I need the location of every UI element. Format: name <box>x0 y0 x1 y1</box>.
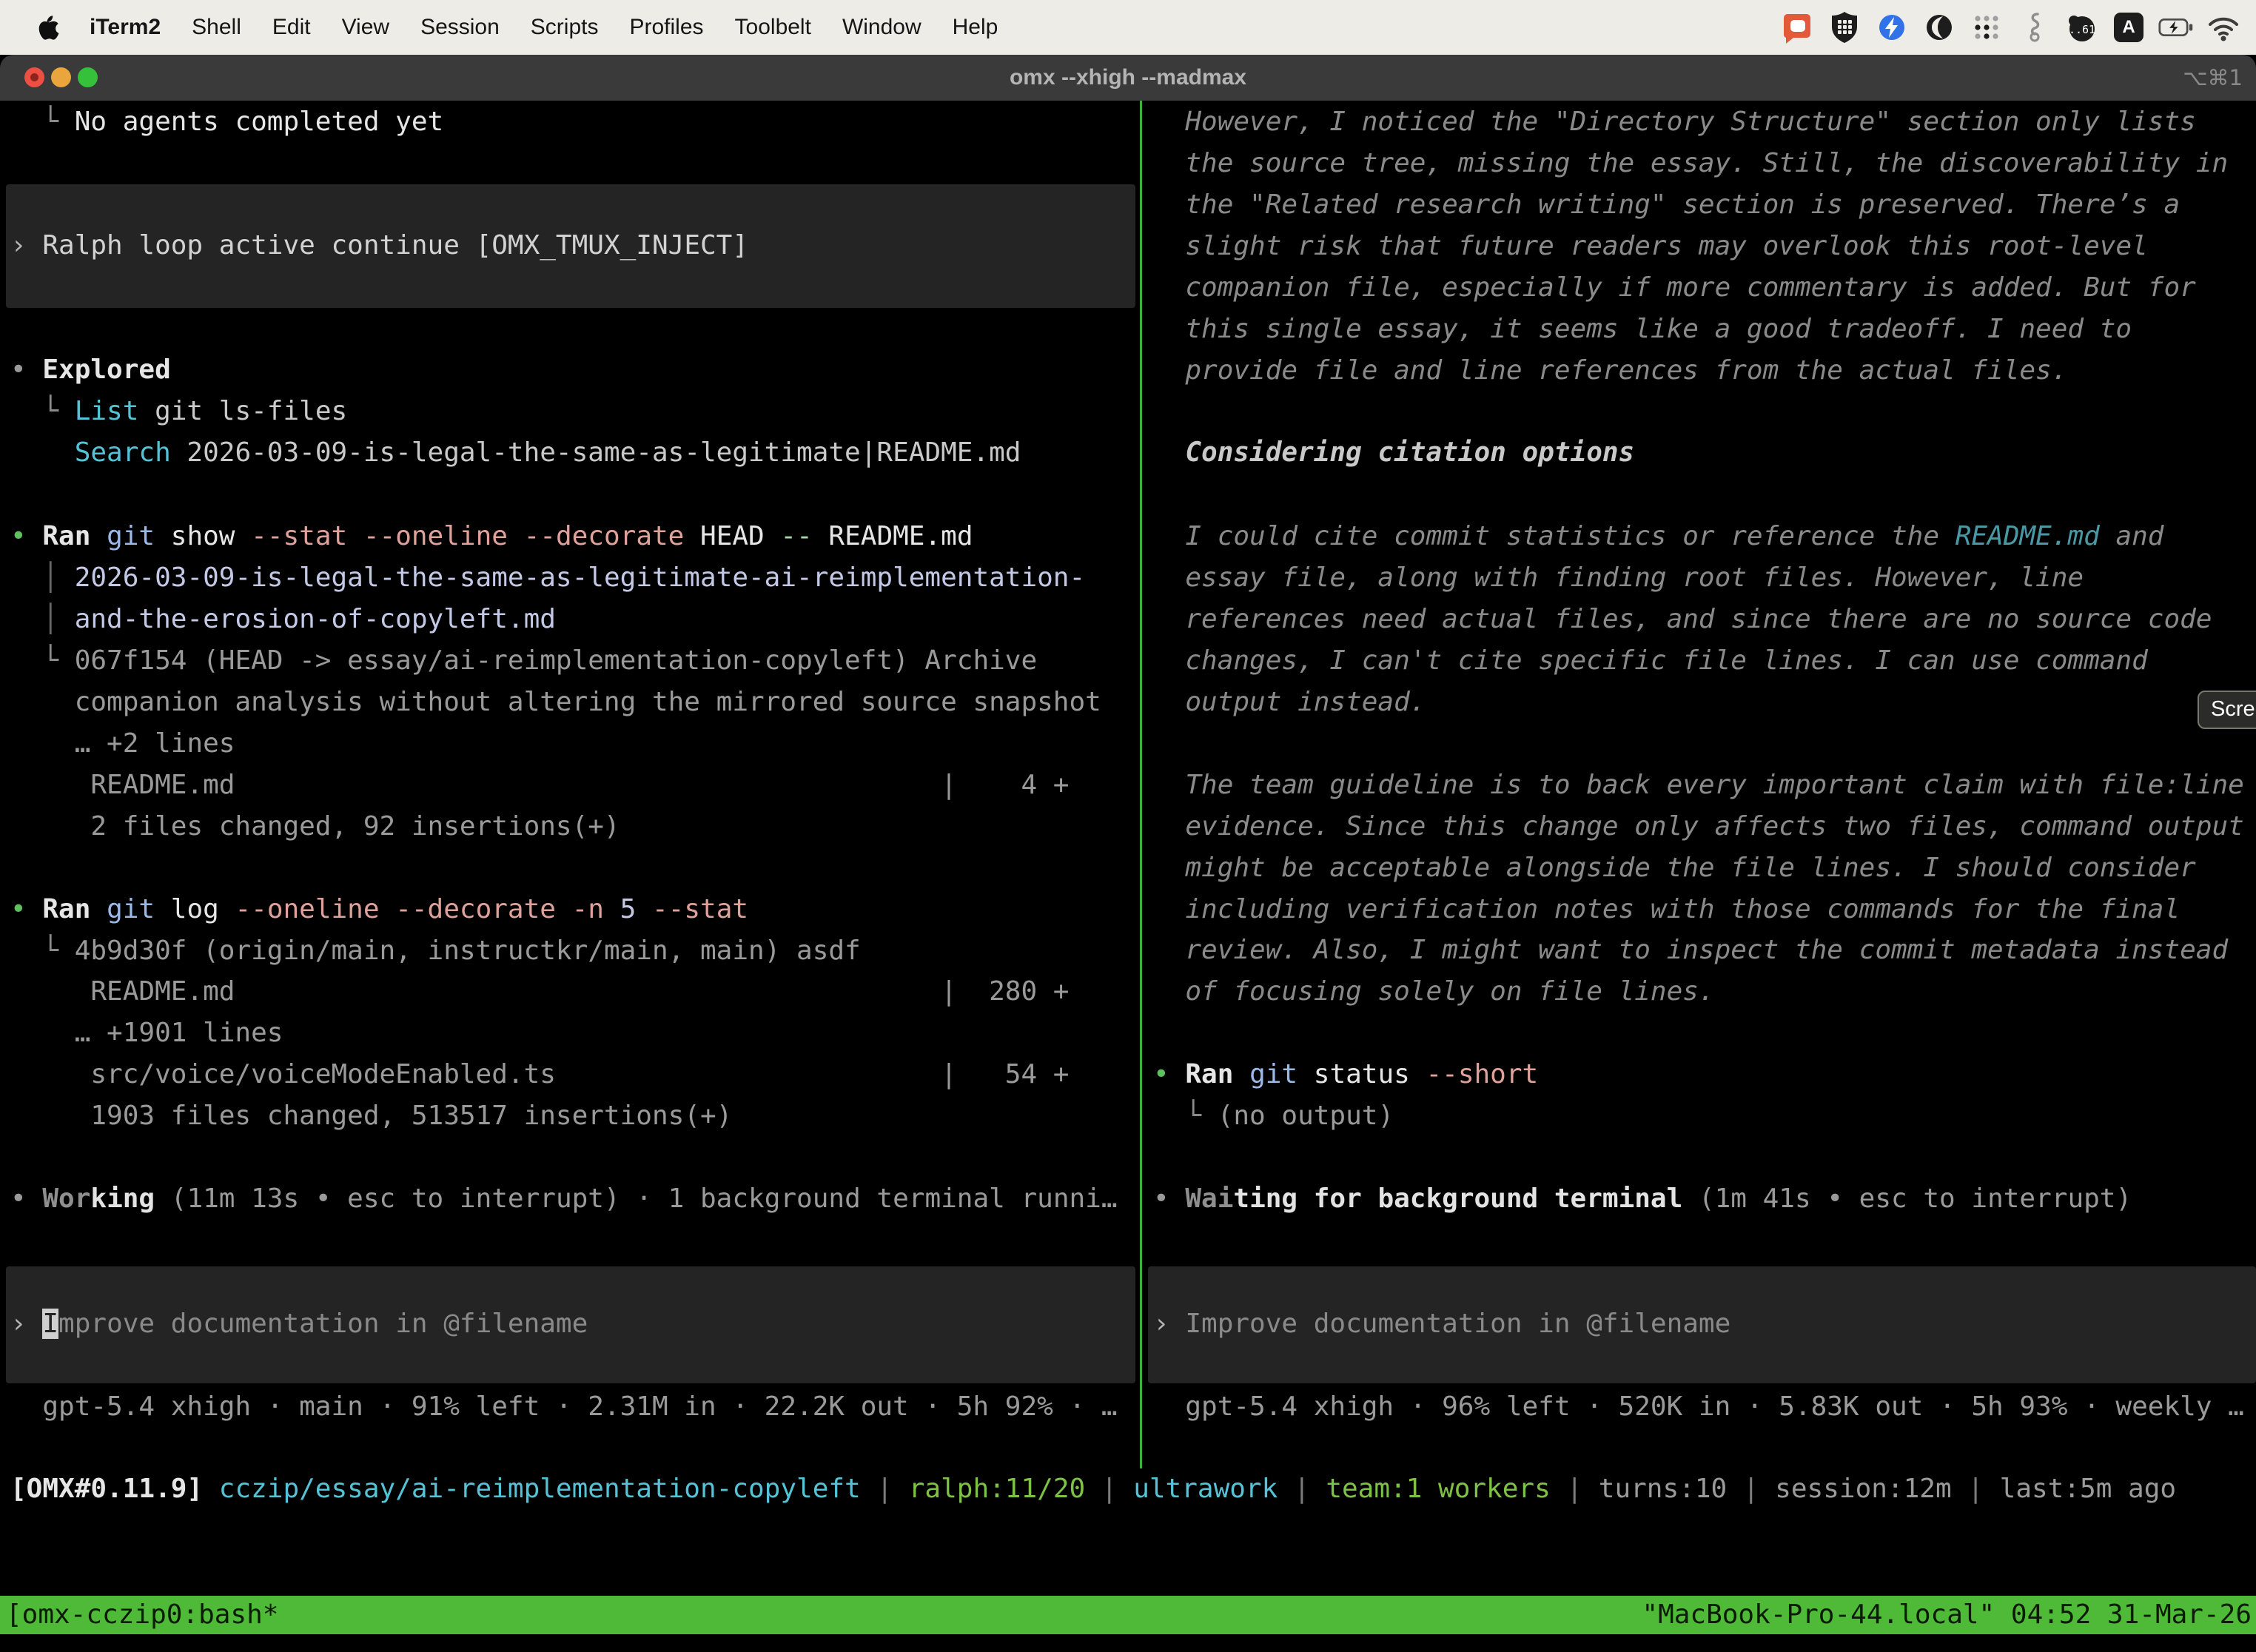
thinking-line: output instead. <box>1153 682 1426 723</box>
battery-icon[interactable] <box>2158 10 2194 45</box>
close-button[interactable] <box>24 67 44 87</box>
status-icons: ..61 A <box>1779 10 2241 45</box>
git-show-output-line: companion analysis without altering the … <box>10 682 1101 723</box>
omx-ralph-counter: ralph:11/20 <box>909 1474 1085 1504</box>
left-pane: └ No agents completed yet › Ralph loop a… <box>0 101 1140 1652</box>
git-show-stat-line: 2 files changed, 92 insertions(+) <box>10 806 620 847</box>
terminal-window: omx --xhigh --madmax ⌥⌘1 └ No agents com… <box>0 55 2256 1652</box>
menu-item-scripts[interactable]: Scripts <box>515 15 614 40</box>
dots-grid-icon[interactable] <box>1969 10 2004 45</box>
thinking-line: references need actual files, and since … <box>1153 599 2212 640</box>
window-title: omx --xhigh --madmax <box>222 55 2034 101</box>
git-status-output-line: └ (no output) <box>1153 1095 1394 1137</box>
thinking-line: the "Related research writing" section i… <box>1153 184 2180 226</box>
thinking-line: essay file, along with finding root file… <box>1153 557 2084 599</box>
thinking-line: this single essay, it seems like a good … <box>1153 309 2132 350</box>
omx-turns: turns:10 <box>1599 1474 1727 1504</box>
thinking-line: review. Also, I might want to inspect th… <box>1153 930 2228 971</box>
git-show-wrap-line: │ and-the-erosion-of-copyleft.md <box>10 599 556 640</box>
screen-recording-icon[interactable] <box>1779 10 1815 45</box>
injected-prompt-line: › Ralph loop active continue [OMX_TMUX_I… <box>10 225 748 266</box>
git-log-output-line: … +1901 lines <box>10 1013 283 1054</box>
omx-branch-path: cczip/essay/ai-reimplementation-copyleft <box>219 1474 861 1504</box>
menu-item-view[interactable]: View <box>326 15 405 40</box>
omx-team: team:1 workers <box>1326 1474 1550 1504</box>
title-bar: omx --xhigh --madmax ⌥⌘1 <box>0 55 2256 101</box>
window-shortcut-badge: ⌥⌘1 <box>2183 55 2243 101</box>
git-show-output-line: └ 067f154 (HEAD -> essay/ai-reimplementa… <box>10 640 1037 682</box>
tmux-session-name[interactable]: [omx-cczip0:bash* <box>6 1596 278 1634</box>
minimize-button[interactable] <box>51 67 71 87</box>
shield-grid-icon[interactable] <box>1827 10 1862 45</box>
thinking-line: might be acceptable alongside the file l… <box>1153 847 2196 889</box>
wifi-icon[interactable] <box>2206 10 2241 45</box>
zoom-button[interactable] <box>78 67 98 87</box>
git-log-stat-line: src/voice/voiceModeEnabled.ts | 54 + <box>10 1054 1069 1095</box>
hook-icon[interactable] <box>2016 10 2052 45</box>
git-log-stat-line: README.md | 280 + <box>10 971 1069 1013</box>
explored-list-line: └ List git ls-files <box>10 391 347 432</box>
ran-git-status-line: • Ran git status --short <box>1153 1054 1538 1095</box>
screen-tooltip: Scre <box>2198 691 2256 729</box>
thinking-line: including verification notes with those … <box>1153 889 2180 930</box>
right-prompt-input[interactable]: › Improve documentation in @filename <box>1153 1303 1730 1345</box>
arc-app-icon[interactable] <box>1921 10 1957 45</box>
tmux-status-bar: [omx-cczip0:bash* "MacBook-Pro-44.local" … <box>0 1596 2256 1634</box>
menu-item-profiles[interactable]: Profiles <box>614 15 719 40</box>
menu-bar: iTerm2 Shell Edit View Session Scripts P… <box>0 0 2256 55</box>
thinking-line: I could cite commit statistics or refere… <box>1153 516 2163 557</box>
menu-item-session[interactable]: Session <box>405 15 515 40</box>
ran-git-log-line: • Ran git log --oneline --decorate -n 5 … <box>10 889 748 930</box>
git-log-stat-line: 1903 files changed, 513517 insertions(+) <box>10 1095 732 1137</box>
menu-item-iterm2[interactable]: iTerm2 <box>74 15 176 40</box>
tmux-host-clock: "MacBook-Pro-44.local" 04:52 31-Mar-26 <box>1642 1596 2252 1634</box>
thinking-line: changes, I can't cite specific file line… <box>1153 640 2148 682</box>
git-show-output-line: … +2 lines <box>10 723 235 765</box>
menu-item-help[interactable]: Help <box>937 15 1014 40</box>
ran-git-show-line: • Ran git show --stat --oneline --decora… <box>10 516 973 557</box>
omx-status-bar: [OMX#0.11.9] cczip/essay/ai-reimplementa… <box>10 1468 2176 1510</box>
keyboard-layout-icon[interactable]: A <box>2111 10 2146 45</box>
apple-menu-icon[interactable] <box>22 13 74 42</box>
thinking-line: of focusing solely on file lines. <box>1153 971 1715 1013</box>
menu-item-shell[interactable]: Shell <box>176 15 257 40</box>
explored-header-line: • Explored <box>10 349 171 391</box>
waiting-status-line: • Waiting for background terminal (1m 41… <box>1153 1178 2132 1220</box>
thinking-line: the source tree, missing the essay. Stil… <box>1153 143 2228 184</box>
left-session-status-line: gpt-5.4 xhigh · main · 91% left · 2.31M … <box>10 1386 1118 1428</box>
git-log-output-line: └ 4b9d30f (origin/main, instructkr/main,… <box>10 930 861 972</box>
right-session-status-line: gpt-5.4 xhigh · 96% left · 520K in · 5.8… <box>1153 1386 2244 1428</box>
omx-version: [OMX#0.11.9] <box>10 1474 219 1504</box>
explored-search-line: Search 2026-03-09-is-legal-the-same-as-l… <box>10 432 1021 474</box>
working-status-line: • Working (11m 13s • esc to interrupt) ·… <box>10 1178 1118 1220</box>
left-prompt-input[interactable]: › Improve documentation in @filename <box>10 1303 588 1345</box>
text-cursor: I <box>42 1309 58 1339</box>
bolt-badge-icon[interactable] <box>1874 10 1910 45</box>
thinking-line: provide file and line references from th… <box>1153 350 2067 392</box>
git-show-wrap-line: │ 2026-03-09-is-legal-the-same-as-legiti… <box>10 557 1085 599</box>
thinking-line: companion file, especially if more comme… <box>1153 267 2196 309</box>
thinking-line: slight risk that future readers may over… <box>1153 226 2148 267</box>
menu-item-toolbelt[interactable]: Toolbelt <box>719 15 827 40</box>
thinking-line: The team guideline is to back every impo… <box>1153 765 2244 806</box>
thinking-heading: Considering citation options <box>1153 432 1634 474</box>
battery-badge-icon[interactable]: ..61 <box>2064 10 2099 45</box>
omx-mode: ultrawork <box>1133 1474 1278 1504</box>
thinking-line: evidence. Since this change only affects… <box>1153 806 2244 847</box>
omx-last: last:5m ago <box>2000 1474 2176 1504</box>
omx-session: session:12m <box>1775 1474 1951 1504</box>
readme-link: README.md <box>1955 521 2100 551</box>
right-pane: However, I noticed the "Directory Struct… <box>1142 101 2256 1652</box>
git-show-stat-line: README.md | 4 + <box>10 765 1069 806</box>
thinking-line: However, I noticed the "Directory Struct… <box>1153 101 2196 143</box>
screen: iTerm2 Shell Edit View Session Scripts P… <box>0 0 2256 1652</box>
svg-text:..61: ..61 <box>2069 23 2095 36</box>
menu-item-edit[interactable]: Edit <box>257 15 326 40</box>
menu-item-window[interactable]: Window <box>827 15 937 40</box>
agents-note-line: └ No agents completed yet <box>10 101 443 143</box>
